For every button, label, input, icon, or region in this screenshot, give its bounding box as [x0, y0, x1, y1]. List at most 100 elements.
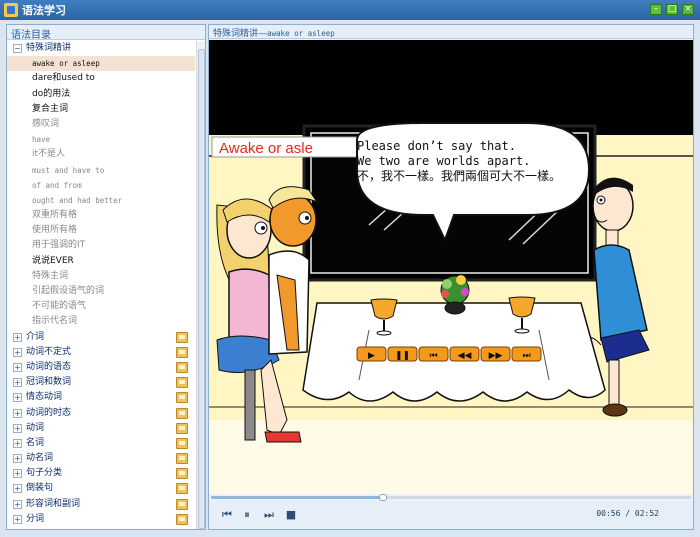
tree-lesson[interactable]: it不是人: [7, 147, 195, 162]
tree-lesson[interactable]: awake or asleep: [7, 56, 195, 72]
tree-label: of and from: [32, 180, 82, 190]
tree-label: 介词: [26, 331, 45, 342]
book-icon[interactable]: [176, 407, 188, 419]
tree-lesson[interactable]: 说说EVER: [7, 254, 195, 269]
book-icon[interactable]: [176, 498, 188, 510]
book-icon[interactable]: [176, 468, 188, 480]
book-icon[interactable]: [176, 483, 188, 495]
expand-icon[interactable]: +: [13, 393, 22, 403]
expand-icon[interactable]: +: [13, 378, 22, 388]
book-icon[interactable]: [176, 437, 188, 449]
seek-bar[interactable]: [209, 494, 693, 501]
video-player[interactable]: Awake or asle Please don’t say that. We …: [209, 40, 693, 494]
tree-category[interactable]: + 动词的语态: [7, 360, 195, 375]
window-title-bar: 语法学习 – □ ×: [0, 0, 700, 20]
tree-label: 动词: [26, 422, 45, 433]
rewind-icon-glyph: ◀◀: [458, 351, 472, 361]
tree-label: 形容词和副词: [26, 498, 81, 509]
tree-label: 分词: [26, 513, 45, 524]
tree-lesson[interactable]: of and from: [7, 178, 195, 193]
time-readout: 00:56 / 02:52: [596, 509, 659, 518]
app-icon: [4, 3, 18, 17]
tree-category[interactable]: + 情态动词: [7, 390, 195, 405]
tree-lesson[interactable]: 特殊主词: [7, 269, 195, 284]
tree-label: awake or asleep: [32, 59, 100, 69]
tree-category[interactable]: + 动词: [7, 421, 195, 436]
tree-category[interactable]: + 名词: [7, 436, 195, 451]
previous-icon[interactable]: ⏮: [221, 509, 233, 521]
stop-icon[interactable]: ■: [285, 509, 297, 521]
next-icon[interactable]: ⏭: [263, 509, 275, 521]
expand-icon[interactable]: +: [13, 469, 22, 479]
tree-label: 特殊词精讲: [26, 43, 72, 53]
book-icon[interactable]: [176, 513, 188, 525]
tree-label: 引起假设语气的词: [32, 286, 105, 296]
tree-lesson[interactable]: 用于强调的IT: [7, 238, 195, 253]
tree-category[interactable]: + 形容词和副词: [7, 497, 195, 512]
tree-category[interactable]: + 分词: [7, 512, 195, 527]
expand-icon[interactable]: +: [13, 454, 22, 464]
tree-label: 动词的时态: [26, 407, 72, 418]
tree-lesson[interactable]: 指示代名词: [7, 314, 195, 329]
expand-icon[interactable]: +: [13, 438, 22, 448]
book-icon[interactable]: [176, 422, 188, 434]
tree-label: 不可能的语气: [32, 301, 87, 312]
pause-icon[interactable]: ⏸: [241, 509, 253, 521]
sidebar-scrollbar[interactable]: [196, 41, 205, 529]
tree-lesson[interactable]: 使用所有格: [7, 223, 195, 238]
tree-category[interactable]: + 动词的时态: [7, 406, 195, 421]
tree-label: ought and had better: [32, 195, 123, 205]
maximize-icon[interactable]: □: [666, 4, 678, 15]
expand-icon[interactable]: +: [13, 408, 22, 418]
tree-lesson[interactable]: 双重所有格: [7, 208, 195, 223]
player-controls: ⏮ ⏸ ⏭ ■ 00:56 / 02:52: [209, 501, 693, 529]
tree-lesson[interactable]: dare和used to: [7, 71, 195, 86]
tree-lesson[interactable]: 复合主词: [7, 102, 195, 117]
book-icon[interactable]: [176, 453, 188, 465]
tree-label: 动词的语态: [26, 361, 72, 372]
seek-progress: [211, 496, 383, 499]
tree-lesson[interactable]: 感叹词: [7, 117, 195, 132]
tree-lesson[interactable]: 不可能的语气: [7, 299, 195, 314]
tree-category[interactable]: + 动词不定式: [7, 345, 195, 360]
rewind-start-icon-glyph: ⏮: [429, 351, 437, 361]
sidebar-header: 语法目录: [7, 25, 205, 41]
tree-category[interactable]: − 特殊词精讲: [7, 41, 195, 56]
expand-icon[interactable]: +: [13, 499, 22, 509]
main-panel: 特殊词精讲—awake or asleep Awake or asle Plea…: [208, 24, 694, 530]
tree-category[interactable]: + 倒装句: [7, 481, 195, 496]
tree-lesson[interactable]: must and have to: [7, 163, 195, 178]
play-icon-glyph: ▶: [368, 351, 375, 361]
seek-knob[interactable]: [378, 494, 387, 501]
tree-lesson[interactable]: have: [7, 132, 195, 147]
scrollbar-thumb[interactable]: [198, 49, 205, 529]
tree-category[interactable]: + 介词: [7, 330, 195, 345]
lesson-header: 特殊词精讲—awake or asleep: [209, 25, 693, 39]
tree-label: 指示代名词: [32, 316, 78, 327]
book-icon[interactable]: [176, 361, 188, 373]
tree-lesson[interactable]: 引起假设语气的词: [7, 284, 195, 299]
minimize-icon[interactable]: –: [650, 4, 662, 15]
lesson-category: 特殊词精讲—: [213, 29, 268, 39]
collapse-icon[interactable]: −: [13, 44, 22, 53]
tree-label: 复合主词: [32, 103, 69, 114]
book-icon[interactable]: [176, 346, 188, 358]
book-icon[interactable]: [176, 392, 188, 404]
close-icon[interactable]: ×: [682, 4, 694, 15]
tree-category[interactable]: + 冠词和数词: [7, 375, 195, 390]
tree-category[interactable]: + 句子分类: [7, 466, 195, 481]
expand-icon[interactable]: +: [13, 347, 22, 357]
expand-icon[interactable]: +: [13, 332, 22, 342]
time-current: 00:56: [596, 509, 621, 518]
expand-icon[interactable]: +: [13, 514, 22, 524]
expand-icon[interactable]: +: [13, 484, 22, 494]
book-icon[interactable]: [176, 377, 188, 389]
tree-category[interactable]: + 动名词: [7, 451, 195, 466]
tree-label: have: [32, 135, 51, 145]
expand-icon[interactable]: +: [13, 362, 22, 372]
book-icon[interactable]: [176, 331, 188, 343]
expand-icon[interactable]: +: [13, 423, 22, 433]
cartoon-scene: Awake or asle Please don’t say that. We …: [209, 122, 693, 494]
tree-lesson[interactable]: ought and had better: [7, 193, 195, 208]
tree-lesson[interactable]: do的用法: [7, 87, 195, 102]
